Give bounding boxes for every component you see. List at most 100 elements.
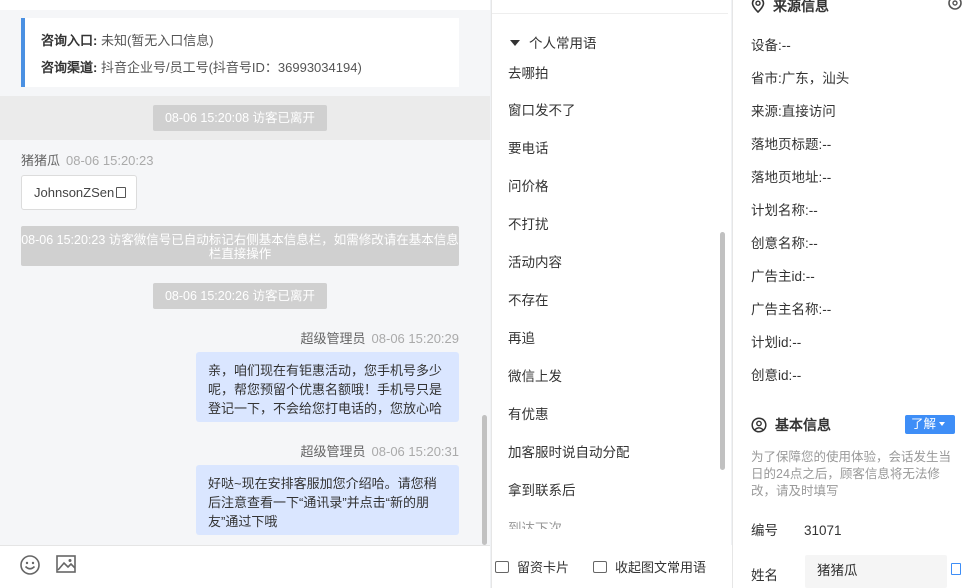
edit-notice: 为了保障您的使用体验，会话发生当日的24点之后，顾客信息将无法修改，请及时填写 xyxy=(751,450,952,498)
phrase-item[interactable]: 有优惠 xyxy=(508,403,549,423)
info-key: 广告主名称: xyxy=(751,302,823,317)
info-panel: 来源信息 设备:-- 省市:广东，汕头 来源:直接访问 落地页标题:-- 落地页… xyxy=(732,0,975,588)
agent-time: 08-06 15:20:31 xyxy=(371,444,459,459)
info-key: 设备: xyxy=(751,38,782,53)
phrase-item[interactable]: 去哪拍 xyxy=(508,62,549,82)
wechat-id-bubble[interactable]: JohnsonZSen xyxy=(21,175,137,210)
info-key: 广告主id: xyxy=(751,269,806,284)
phrases-top xyxy=(492,0,728,14)
source-info-title: 来源信息 xyxy=(773,0,829,14)
message-icon xyxy=(593,561,607,573)
phrase-item[interactable]: 再追 xyxy=(508,327,535,347)
info-row-device: 设备:-- xyxy=(751,34,791,54)
info-value: -- xyxy=(822,302,832,317)
smile-icon[interactable] xyxy=(19,554,41,576)
info-key: 创意id: xyxy=(751,368,793,383)
agent-header-1: 超级管理员 08-06 15:20:29 xyxy=(301,328,459,347)
agent-message-2: 好哒~现在安排客服加您介绍哈。请您稍 后注意查看一下“通讯录”并点击“新的朋 友… xyxy=(196,465,459,535)
info-value: -- xyxy=(808,236,818,251)
visitor-time: 08-06 15:20:23 xyxy=(66,153,154,168)
chevron-down-icon xyxy=(939,422,946,426)
info-key: 计划id: xyxy=(751,335,793,350)
learn-more-label: 了解 xyxy=(911,417,937,431)
info-row-landing-url: 落地页地址:-- xyxy=(751,166,831,186)
collapse-phrases-button[interactable]: 收起图文常用语 xyxy=(593,557,706,576)
wechat-id-text: JohnsonZSen xyxy=(34,185,115,200)
info-value: -- xyxy=(792,335,802,350)
name-field[interactable]: 猪猪瓜 xyxy=(805,555,947,588)
info-key: 落地页地址: xyxy=(751,170,823,185)
phrase-item[interactable]: 拿到联系后 xyxy=(508,479,576,499)
info-row-advertiser-id: 广告主id:-- xyxy=(751,265,815,285)
info-value: -- xyxy=(805,269,815,284)
system-message-left-2: 08-06 15:20:26 访客已离开 xyxy=(153,283,327,309)
info-row-advertiser-name: 广告主名称:-- xyxy=(751,298,831,318)
phrase-item[interactable]: 微信上发 xyxy=(508,365,562,385)
info-key: 创意名称: xyxy=(751,236,809,251)
image-icon[interactable] xyxy=(55,553,77,575)
phrase-item[interactable]: 窗口发不了 xyxy=(508,99,576,119)
agent-name: 超级管理员 xyxy=(300,444,366,459)
info-value: 直接访问 xyxy=(781,104,836,119)
chat-scrollbar[interactable] xyxy=(482,415,487,545)
info-value: -- xyxy=(792,368,802,383)
phrase-group-header[interactable]: 个人常用语 xyxy=(510,32,597,52)
chat-toolbar xyxy=(0,545,490,588)
info-row-source: 来源:直接访问 xyxy=(751,100,836,120)
info-value: -- xyxy=(781,38,791,53)
channel-value: 抖音企业号/员工号(抖音号ID：36993034194) xyxy=(100,60,362,75)
info-key: 省市: xyxy=(751,71,782,86)
chat-top-strip xyxy=(0,0,490,10)
basic-info-title: 基本信息 xyxy=(775,417,831,433)
entry-value: 未知(暂无入口信息) xyxy=(100,33,214,48)
phrase-item[interactable]: 不打扰 xyxy=(508,213,549,233)
source-card: 咨询入口: 未知(暂无入口信息) 咨询渠道: 抖音企业号/员工号(抖音号ID：3… xyxy=(21,18,459,87)
phrase-item[interactable]: 到达下次 xyxy=(508,517,562,529)
number-key: 编号 xyxy=(751,523,778,538)
agent-name: 超级管理员 xyxy=(300,331,366,346)
phrases-panel: 个人常用语 去哪拍 窗口发不了 要电话 问价格 不打扰 活动内容 不存在 再追 … xyxy=(491,0,732,588)
phrase-item[interactable]: 活动内容 xyxy=(508,251,562,271)
card-icon xyxy=(495,561,509,573)
collapse-phrases-label: 收起图文常用语 xyxy=(615,560,707,575)
lead-card-label: 留资卡片 xyxy=(517,560,570,575)
channel-row: 咨询渠道: 抖音企业号/员工号(抖音号ID：36993034194) xyxy=(41,57,459,84)
number-value: 31071 xyxy=(804,523,842,538)
info-value: -- xyxy=(822,137,832,152)
info-value: 广东，汕头 xyxy=(781,71,850,86)
phrase-group-title: 个人常用语 xyxy=(529,36,597,51)
caret-down-icon xyxy=(510,40,520,46)
copy-icon[interactable] xyxy=(951,563,961,575)
entry-key: 咨询入口: xyxy=(41,33,98,48)
phrase-item[interactable]: 加客服时说自动分配 xyxy=(508,441,630,461)
info-value: -- xyxy=(808,203,818,218)
phrases-scrollbar[interactable] xyxy=(720,232,725,470)
chat-panel: 咨询入口: 未知(暂无入口信息) 咨询渠道: 抖音企业号/员工号(抖音号ID：3… xyxy=(0,0,490,588)
info-row-plan-name: 计划名称:-- xyxy=(751,199,818,219)
copy-icon[interactable] xyxy=(116,187,127,198)
info-key: 落地页标题: xyxy=(751,137,823,152)
lead-card-button[interactable]: 留资卡片 xyxy=(495,557,569,576)
info-row-plan-id: 计划id:-- xyxy=(751,331,801,351)
name-label: 姓名 xyxy=(751,568,778,583)
info-row-creative-id: 创意id:-- xyxy=(751,364,801,384)
agent-message-1: 亲，咱们现在有钜惠活动，您手机号多少 呢，帮您预留个优惠名额哦！手机号只是 登记… xyxy=(196,352,459,422)
info-row-creative-name: 创意名称:-- xyxy=(751,232,818,252)
system-message-left: 08-06 15:20:08 访客已离开 xyxy=(153,105,327,131)
phrase-item[interactable]: 要电话 xyxy=(508,137,549,157)
info-key: 计划名称: xyxy=(751,203,809,218)
info-row-number: 编号 31071 xyxy=(751,519,842,539)
phrase-item[interactable]: 不存在 xyxy=(508,289,549,309)
agent-time: 08-06 15:20:29 xyxy=(371,331,459,346)
learn-more-button[interactable]: 了解 xyxy=(905,415,955,434)
visitor-name: 猪猪瓜 xyxy=(21,153,61,168)
info-row-landing-title: 落地页标题:-- xyxy=(751,133,831,153)
settings-icon[interactable] xyxy=(947,0,963,14)
user-circle-icon xyxy=(751,417,767,433)
basic-info-header: 基本信息 xyxy=(751,415,831,435)
info-value: -- xyxy=(822,170,832,185)
agent-header-2: 超级管理员 08-06 15:20:31 xyxy=(301,441,459,460)
location-pin-icon xyxy=(751,0,765,14)
info-key: 来源: xyxy=(751,104,782,119)
phrase-item[interactable]: 问价格 xyxy=(508,175,549,195)
